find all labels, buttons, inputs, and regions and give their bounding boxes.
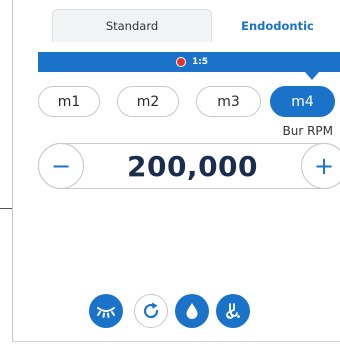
- mode-button-m2[interactable]: m2: [117, 86, 179, 117]
- spray-air-button[interactable]: [216, 294, 250, 328]
- reverse-rotation-icon: [143, 302, 159, 319]
- mode-button-m3[interactable]: m3: [196, 86, 261, 117]
- rpm-value: 200,000: [126, 149, 259, 183]
- water-drop-icon: [186, 303, 198, 319]
- mode-tabs: Standard Endodontic: [30, 9, 340, 42]
- tab-standard[interactable]: Standard: [52, 9, 212, 42]
- rpm-stepper: − 200,000 +: [38, 143, 340, 189]
- handpiece-panel: Standard Endodontic 1:5 m1 m2 m3 m4 Bur …: [12, 0, 340, 342]
- mode-button-m1[interactable]: m1: [38, 86, 100, 117]
- ratio-pointer: [305, 72, 319, 80]
- tab-endodontic[interactable]: Endodontic: [210, 9, 340, 42]
- mode-button-m4[interactable]: m4: [270, 86, 335, 117]
- reverse-rotation-button[interactable]: [134, 294, 168, 328]
- gear-ratio-bar: 1:5: [38, 52, 340, 72]
- ratio-indicator-icon: [175, 57, 186, 67]
- spray-air-icon: [226, 303, 240, 319]
- water-toggle-button[interactable]: [175, 294, 209, 328]
- light-toggle-button[interactable]: [89, 294, 123, 328]
- gear-ratio-label: 1:5: [191, 57, 209, 67]
- increase-rpm-button[interactable]: +: [301, 143, 340, 189]
- bur-rpm-label: Bur RPM: [282, 124, 333, 138]
- side-divider: [0, 208, 12, 209]
- light-off-icon: [97, 307, 115, 318]
